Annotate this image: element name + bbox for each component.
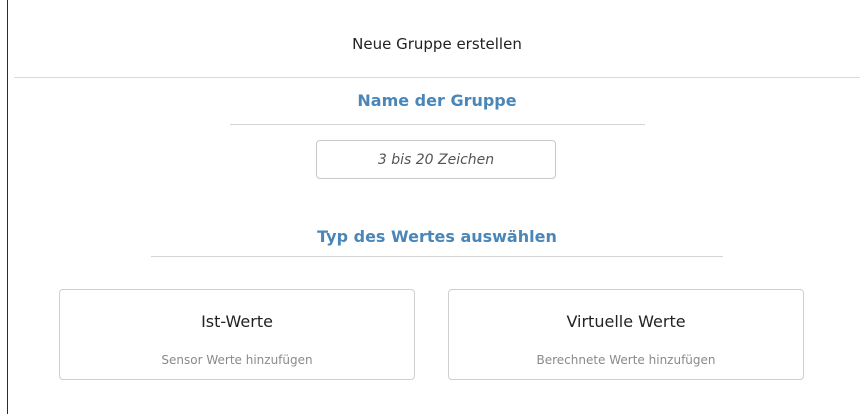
header-divider [14,77,860,78]
create-group-dialog: Neue Gruppe erstellen Name der Gruppe Ty… [14,0,860,414]
value-type-heading: Typ des Wertes auswählen [317,227,557,246]
window-left-edge [7,0,8,414]
actual-values-title: Ist-Werte [201,312,273,331]
actual-values-option-button[interactable]: Ist-Werte Sensor Werte hinzufügen [59,289,415,380]
value-type-divider [151,256,723,257]
virtual-values-option-button[interactable]: Virtuelle Werte Berechnete Werte hinzufü… [448,289,804,380]
group-name-divider [230,124,645,125]
actual-values-subtitle: Sensor Werte hinzufügen [161,353,313,367]
group-name-heading: Name der Gruppe [357,91,517,110]
dialog-title: Neue Gruppe erstellen [352,35,522,53]
virtual-values-title: Virtuelle Werte [566,312,686,331]
virtual-values-subtitle: Berechnete Werte hinzufügen [536,353,716,367]
group-name-input[interactable] [316,140,556,179]
